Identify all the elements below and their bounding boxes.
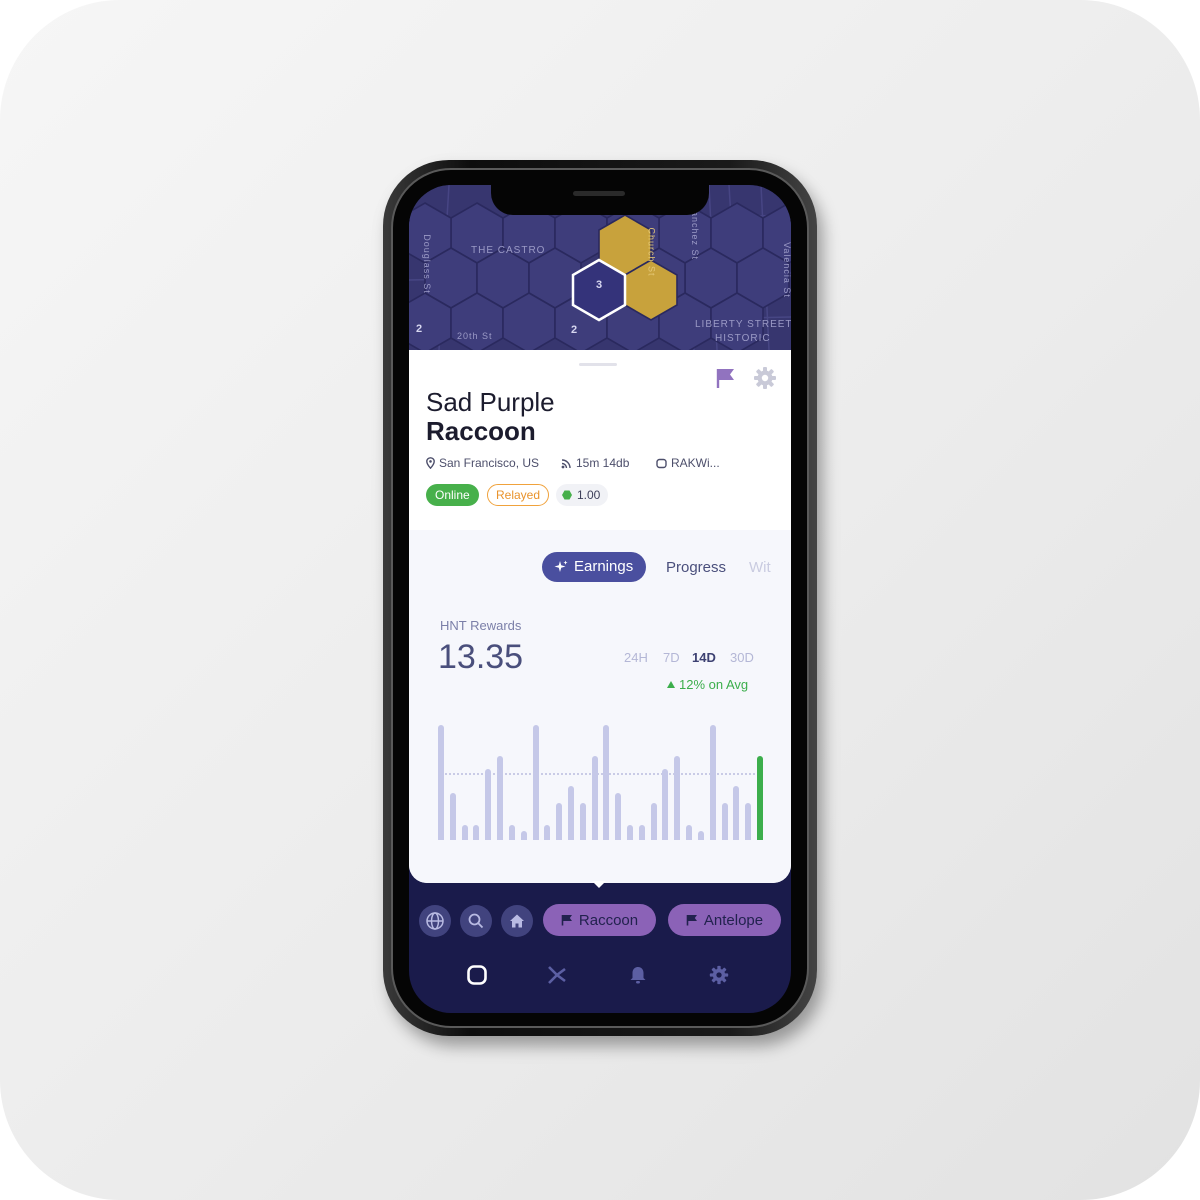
flag-icon — [686, 915, 697, 926]
search-icon[interactable] — [460, 905, 492, 937]
hexagon-icon — [562, 490, 572, 500]
phone-screen: THE CASTRO Douglass St Valencia St LIBER… — [409, 185, 791, 1013]
settings-icon[interactable] — [707, 963, 731, 987]
trend-text: 12% on Avg — [679, 677, 749, 692]
signal-text: 15m 14db — [576, 456, 630, 470]
reward-scale-badge: 1.00 — [556, 484, 609, 506]
hex-count-left: 2 — [416, 323, 423, 335]
flag-icon — [561, 915, 572, 926]
hotspot-shortcut-antelope[interactable]: Antelope — [668, 904, 781, 936]
chart-bar — [544, 825, 551, 840]
range-7d[interactable]: 7D — [663, 650, 680, 665]
hex-count-bottom: 2 — [571, 324, 578, 336]
maker-meta: RAKWi... — [656, 456, 720, 470]
tab-witnesses[interactable]: Wit — [749, 559, 779, 576]
signal-meta: 15m 14db — [561, 456, 629, 470]
hotspots-icon[interactable] — [465, 963, 489, 987]
chart-bar — [733, 785, 740, 840]
earnings-panel: Earnings Progress Wit HNT Rewards 13.35 … — [409, 530, 791, 883]
tab-earnings-label: Earnings — [574, 558, 634, 575]
chart-bar — [449, 792, 456, 840]
tab-earnings[interactable]: Earnings — [542, 552, 647, 582]
map-label-20th: 20th St — [457, 331, 493, 341]
chart-bar — [662, 768, 669, 840]
range-24h[interactable]: 24H — [624, 650, 648, 665]
signal-icon — [561, 458, 571, 468]
chart-bar — [497, 756, 504, 840]
map-label-castro: THE CASTRO — [471, 245, 546, 256]
hotspot-shortcut-raccoon[interactable]: Raccoon — [543, 904, 656, 936]
map-label-valencia: Valencia St — [781, 242, 791, 298]
sparkle-icon — [554, 560, 568, 572]
chart-bar — [556, 803, 563, 840]
sheet-caret — [592, 881, 606, 888]
range-30d[interactable]: 30D — [730, 650, 754, 665]
chart-bar — [591, 756, 598, 840]
rewards-bar-chart — [438, 715, 763, 840]
rewards-label: HNT Rewards — [440, 618, 522, 633]
device-icon — [656, 458, 667, 468]
hotspot-shortcut-raccoon-label: Raccoon — [578, 911, 639, 929]
map-label-douglass: Douglass St — [421, 234, 432, 294]
chart-bar — [674, 756, 681, 840]
tab-progress[interactable]: Progress — [666, 559, 726, 576]
bottom-tab-bar — [409, 955, 791, 995]
chart-bar — [650, 803, 657, 840]
trend-indicator: 12% on Avg — [667, 677, 748, 692]
sheet-grabber[interactable] — [579, 363, 617, 366]
chart-bar — [745, 803, 752, 840]
home-icon[interactable] — [501, 905, 533, 937]
chart-bar — [532, 725, 539, 840]
chart-bar — [473, 825, 480, 840]
hex-count-selected: 3 — [596, 279, 603, 291]
globe-icon[interactable] — [419, 905, 451, 937]
range-14d[interactable]: 14D — [692, 650, 716, 665]
chart-bar — [461, 825, 468, 840]
maker-text: RAKWi... — [671, 456, 720, 470]
chart-bar — [603, 725, 610, 840]
location-text: San Francisco, US — [439, 456, 540, 470]
chart-bar — [686, 825, 693, 840]
reward-scale-value: 1.00 — [577, 488, 601, 502]
chart-bar — [615, 792, 622, 840]
location-meta: San Francisco, US — [426, 456, 539, 470]
chart-bar — [627, 825, 634, 840]
flag-icon[interactable] — [714, 366, 738, 390]
chart-bar — [567, 785, 574, 840]
chart-bar — [508, 825, 515, 840]
chart-bar — [709, 725, 716, 840]
rewards-value: 13.35 — [438, 638, 524, 676]
hotspot-detail-sheet: Sad Purple Raccoon San Francisco, US 15m… — [409, 350, 791, 883]
chart-bar — [520, 830, 527, 840]
transactions-icon[interactable] — [545, 963, 569, 987]
map-label-church: Church St — [646, 227, 657, 277]
chart-bar — [438, 725, 444, 840]
location-pin-icon — [426, 457, 435, 469]
chart-bar — [485, 768, 492, 840]
hotspot-name-first: Sad Purple — [426, 387, 555, 417]
status-badge-online: Online — [426, 484, 479, 506]
trend-up-icon — [667, 681, 675, 688]
chart-bar — [757, 756, 763, 840]
quick-nav: Raccoon Antelope — [409, 903, 791, 939]
chart-bar — [697, 830, 704, 840]
chart-bar — [638, 825, 645, 840]
notch — [491, 185, 709, 215]
chart-bar — [721, 803, 728, 840]
hotspot-name-last: Raccoon — [426, 416, 536, 446]
notifications-icon[interactable] — [626, 963, 650, 987]
hotspot-shortcut-antelope-label: Antelope — [703, 911, 764, 929]
status-badge-relayed: Relayed — [487, 484, 550, 506]
map-label-historic: HISTORIC — [715, 333, 771, 344]
map-label-liberty: LIBERTY STREET — [695, 319, 791, 330]
chart-bar — [579, 803, 586, 840]
gear-icon[interactable] — [753, 366, 777, 390]
